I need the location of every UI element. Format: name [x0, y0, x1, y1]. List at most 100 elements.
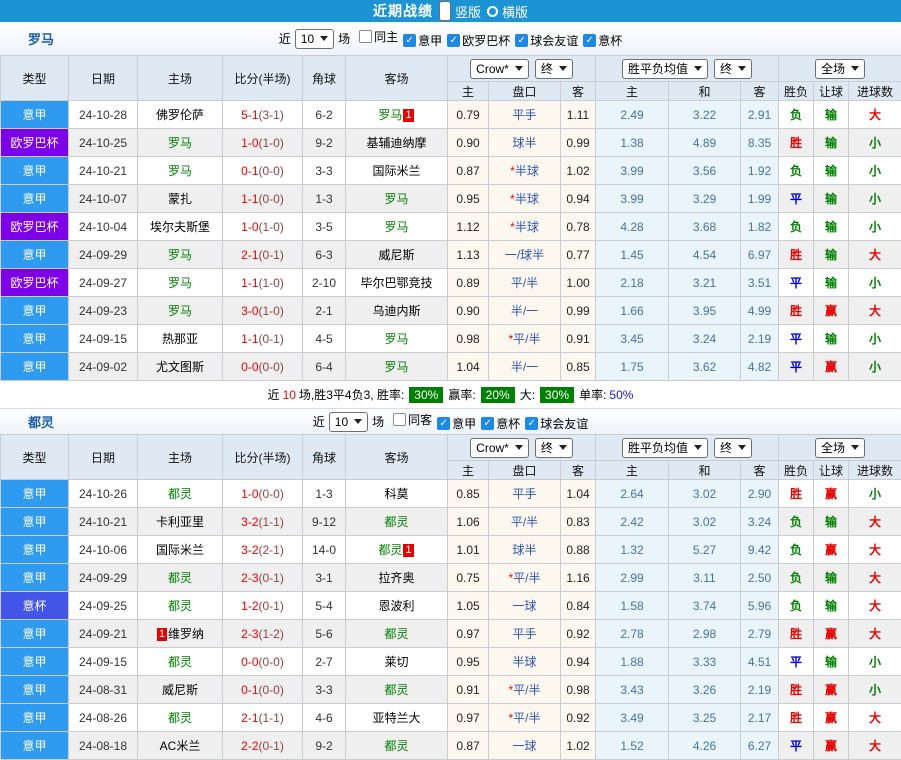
- score-cell: 3-2(1-1): [223, 508, 303, 536]
- result-cell: 平: [779, 353, 814, 381]
- handicap-header: 盘口: [489, 461, 561, 480]
- checkbox-checked-icon: [447, 34, 460, 47]
- away-odds-cell: 0.94: [561, 648, 596, 676]
- odds-time-select[interactable]: 终: [535, 438, 573, 458]
- match-row: 意杯 24-09-25 都灵 1-2(0-1) 5-4 恩波利 1.05 一球 …: [1, 592, 901, 620]
- home-team-cell: 蒙扎: [138, 185, 223, 213]
- mean-draw-header: 和: [669, 82, 741, 101]
- goals-result-cell: 小: [849, 185, 901, 213]
- filter-checkbox[interactable]: 球会友谊: [525, 415, 588, 432]
- scope-select[interactable]: 全场: [815, 438, 865, 458]
- corner-cell: 9-2: [303, 732, 346, 760]
- result-cell: 胜: [779, 129, 814, 157]
- odds-time-select[interactable]: 终: [535, 59, 573, 79]
- home-team-name: 国际米兰: [156, 543, 204, 557]
- checkbox-checked-icon: [403, 34, 416, 47]
- mean-odds-group-header: 胜平负均值 终: [596, 56, 779, 82]
- match-row: 意甲 24-10-28 佛罗伦萨 5-1(3-1) 6-2 罗马1 0.79 平…: [1, 101, 901, 129]
- goals-result-cell: 小: [849, 480, 901, 508]
- radio-selected-icon: [439, 1, 451, 21]
- layout-radio-vertical[interactable]: 竖版: [439, 1, 481, 21]
- mean-time-select[interactable]: 终: [714, 438, 752, 458]
- mean-home-header: 主: [596, 82, 669, 101]
- match-date-cell: 24-09-02: [69, 353, 138, 381]
- matches-table-torino: 类型 日期 主场 比分(半场) 角球 客场 Crow* 终 胜平负均值 终 全场: [0, 434, 901, 760]
- filter-bar-roma: 近 10 场 同主意甲欧罗巴杯球会友谊意杯: [279, 28, 622, 50]
- summary-count: 10: [283, 388, 296, 402]
- goals-result-cell: 大: [849, 732, 901, 760]
- layout-radio-horizontal[interactable]: 横版: [487, 2, 528, 21]
- matches-label: 场: [372, 413, 384, 430]
- handicap-line: 平/半: [511, 276, 538, 290]
- away-odds-cell: 0.98: [561, 676, 596, 704]
- handicap-cell: 半/一: [489, 353, 561, 381]
- mean-odds-select[interactable]: 胜平负均值: [622, 59, 708, 79]
- mean-draw-cell: 3.74: [669, 592, 741, 620]
- handicap-result-cell: 输: [814, 508, 849, 536]
- away-team-name: 罗马: [384, 192, 408, 206]
- handicap-cell: 平手: [489, 101, 561, 129]
- home-team-cell: 威尼斯: [138, 676, 223, 704]
- handicap-rate-badge: 20%: [481, 387, 515, 403]
- away-odds-cell: 1.11: [561, 101, 596, 129]
- score-cell: 1-1(1-0): [223, 269, 303, 297]
- result-cell: 胜: [779, 620, 814, 648]
- scope-group-header: 全场: [779, 56, 901, 82]
- home-odds-cell: 0.79: [448, 101, 489, 129]
- half-time-score: (1-1): [259, 515, 284, 529]
- result-cell: 胜: [779, 241, 814, 269]
- score-cell: 1-1(0-0): [223, 185, 303, 213]
- mean-away-header: 客: [741, 461, 779, 480]
- away-team-cell: 都灵1: [346, 536, 448, 564]
- league-type-cell: 欧罗巴杯: [1, 269, 69, 297]
- home-team-name: 罗马: [168, 276, 192, 290]
- match-count-select[interactable]: 10: [329, 412, 368, 432]
- home-odds-cell: 0.85: [448, 480, 489, 508]
- filter-checkbox[interactable]: 意甲: [403, 32, 442, 49]
- filter-checkbox[interactable]: 欧罗巴杯: [447, 32, 510, 49]
- goals-result-cell: 小: [849, 676, 901, 704]
- match-row: 欧罗巴杯 24-10-25 罗马 1-0(1-0) 9-2 基辅迪纳摩 0.90…: [1, 129, 901, 157]
- corner-cell: 4-6: [303, 704, 346, 732]
- home-team-name: 尤文图斯: [156, 360, 204, 374]
- goals-result-cell: 小: [849, 157, 901, 185]
- filter-checkbox[interactable]: 同客: [393, 411, 432, 428]
- mean-draw-header: 和: [669, 461, 741, 480]
- away-odds-cell: 0.92: [561, 620, 596, 648]
- match-count-select[interactable]: 10: [295, 29, 334, 49]
- filter-checkbox[interactable]: 球会友谊: [515, 32, 578, 49]
- odds-select-row: 类型 日期 主场 比分(半场) 角球 客场 Crow* 终 胜平负均值 终 全场: [1, 435, 901, 461]
- handicap-cell: 一球: [489, 592, 561, 620]
- away-team-cell: 都灵: [346, 732, 448, 760]
- away-team-cell: 毕尔巴鄂竞技: [346, 269, 448, 297]
- mean-away-cell: 1.99: [741, 185, 779, 213]
- filter-checkbox-label: 意甲: [418, 32, 442, 49]
- mean-odds-select[interactable]: 胜平负均值: [622, 438, 708, 458]
- mean-away-cell: 6.97: [741, 241, 779, 269]
- filter-checkbox[interactable]: 意杯: [583, 32, 622, 49]
- result-cell: 平: [779, 185, 814, 213]
- handicap-result-cell: 赢: [814, 732, 849, 760]
- corner-cell: 3-3: [303, 157, 346, 185]
- corner-cell: 14-0: [303, 536, 346, 564]
- chevron-down-icon: [320, 36, 328, 41]
- away-team-cell: 国际米兰: [346, 157, 448, 185]
- filter-checkbox[interactable]: 意甲: [437, 415, 476, 432]
- odds-company-select[interactable]: Crow*: [470, 438, 529, 458]
- scope-select[interactable]: 全场: [815, 59, 865, 79]
- score-cell: 2-3(1-2): [223, 620, 303, 648]
- goals-result-cell: 大: [849, 241, 901, 269]
- home-odds-cell: 0.75: [448, 564, 489, 592]
- full-time-score: 2-3: [241, 627, 258, 641]
- filter-checkbox[interactable]: 意杯: [481, 415, 520, 432]
- checkbox-checked-icon: [525, 417, 538, 430]
- mean-time-select[interactable]: 终: [714, 59, 752, 79]
- odds-company-select[interactable]: Crow*: [470, 59, 529, 79]
- handicap-result-cell: 赢: [814, 620, 849, 648]
- home-team-cell: 罗马: [138, 241, 223, 269]
- home-team-name: 罗马: [168, 248, 192, 262]
- handicap-line: 半/一: [511, 304, 538, 318]
- chevron-down-icon: [354, 419, 362, 424]
- filter-checkbox[interactable]: 同主: [359, 28, 398, 45]
- full-time-score: 0-0: [241, 360, 258, 374]
